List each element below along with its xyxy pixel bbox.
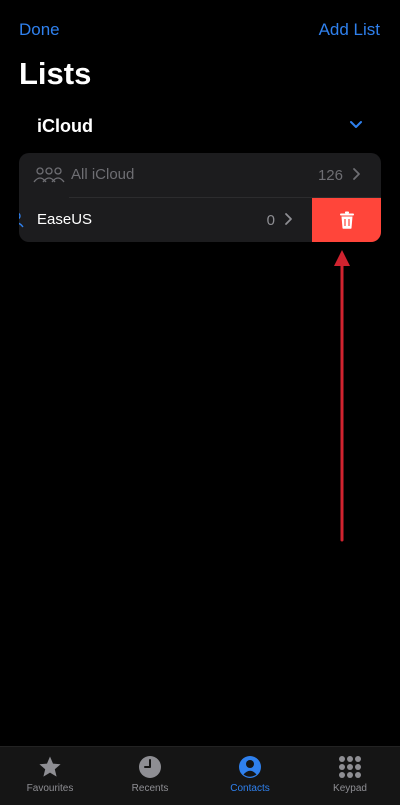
tab-label: Contacts	[230, 783, 270, 794]
star-icon	[39, 756, 61, 777]
list-label: EaseUS	[37, 211, 93, 228]
tab-keypad[interactable]: Keypad	[300, 747, 400, 805]
person-icon	[19, 212, 24, 228]
trash-icon	[340, 211, 354, 229]
tab-contacts[interactable]: Contacts	[200, 747, 300, 805]
list-row-all-icloud[interactable]: All iCloud 126	[19, 153, 381, 197]
person-circle-icon	[239, 756, 261, 778]
section-title: iCloud	[37, 116, 93, 136]
list-count: 0	[266, 212, 275, 229]
lists-card: All iCloud 126 EaseUS 0	[19, 153, 381, 242]
tab-label: Favourites	[26, 783, 74, 794]
clock-icon	[139, 756, 161, 778]
chevron-down-icon[interactable]	[348, 118, 364, 132]
tab-bar: Favourites Recents Contacts Keypad	[0, 746, 400, 805]
annotation-arrow	[334, 250, 350, 542]
group-icon	[33, 167, 65, 183]
chevron-right-icon	[285, 213, 292, 225]
list-count: 126	[317, 167, 343, 184]
delete-button[interactable]	[312, 198, 381, 242]
tab-favourites[interactable]: Favourites	[0, 747, 100, 805]
tab-recents[interactable]: Recents	[100, 747, 200, 805]
tab-label: Recents	[131, 783, 169, 794]
add-list-button[interactable]: Add List	[319, 20, 380, 40]
list-label: All iCloud	[71, 166, 135, 183]
keypad-icon	[339, 756, 361, 778]
page-title: Lists	[19, 56, 92, 91]
tab-label: Keypad	[333, 783, 367, 794]
chevron-right-icon	[353, 168, 360, 180]
done-button[interactable]: Done	[19, 20, 60, 40]
list-row-easeus[interactable]: EaseUS 0	[19, 198, 381, 242]
